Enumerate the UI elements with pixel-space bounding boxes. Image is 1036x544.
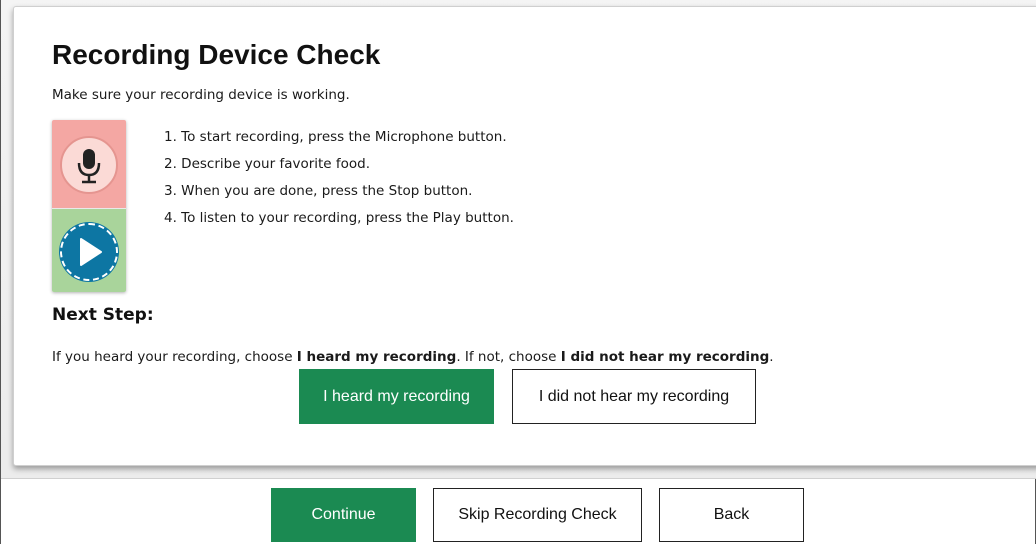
heard-recording-button[interactable]: I heard my recording bbox=[299, 369, 494, 424]
step-item: 3. When you are done, press the Stop but… bbox=[164, 183, 473, 199]
instruction-bold: I did not hear my recording bbox=[560, 349, 770, 365]
skip-recording-check-button[interactable]: Skip Recording Check bbox=[433, 488, 642, 542]
step-item: 1. To start recording, press the Microph… bbox=[164, 129, 507, 145]
instruction-text: If you heard your recording, choose I he… bbox=[52, 349, 774, 365]
microphone-icon bbox=[77, 149, 101, 184]
instruction-part: If you heard your recording, choose bbox=[52, 349, 297, 365]
did-not-hear-recording-button[interactable]: I did not hear my recording bbox=[512, 369, 756, 424]
microphone-button[interactable] bbox=[60, 136, 118, 194]
next-step-heading: Next Step: bbox=[52, 305, 154, 325]
play-panel bbox=[52, 208, 126, 292]
step-item: 4. To listen to your recording, press th… bbox=[164, 210, 514, 226]
step-item: 2. Describe your favorite food. bbox=[164, 156, 371, 172]
record-panel bbox=[52, 120, 126, 208]
play-button[interactable] bbox=[60, 223, 118, 281]
back-button[interactable]: Back bbox=[659, 488, 804, 542]
recording-device-panel bbox=[52, 120, 126, 292]
page-frame: Recording Device Check Make sure your re… bbox=[0, 0, 1036, 544]
dialog-subtitle: Make sure your recording device is worki… bbox=[52, 87, 350, 103]
footer-divider bbox=[1, 478, 1036, 479]
instruction-part: . bbox=[769, 349, 774, 365]
steps-list: 1. To start recording, press the Microph… bbox=[164, 128, 514, 236]
play-icon bbox=[80, 238, 102, 266]
instruction-part: . If not, choose bbox=[456, 349, 561, 365]
continue-button[interactable]: Continue bbox=[271, 488, 416, 542]
dialog-title: Recording Device Check bbox=[52, 39, 381, 70]
instruction-bold: I heard my recording bbox=[296, 349, 457, 365]
